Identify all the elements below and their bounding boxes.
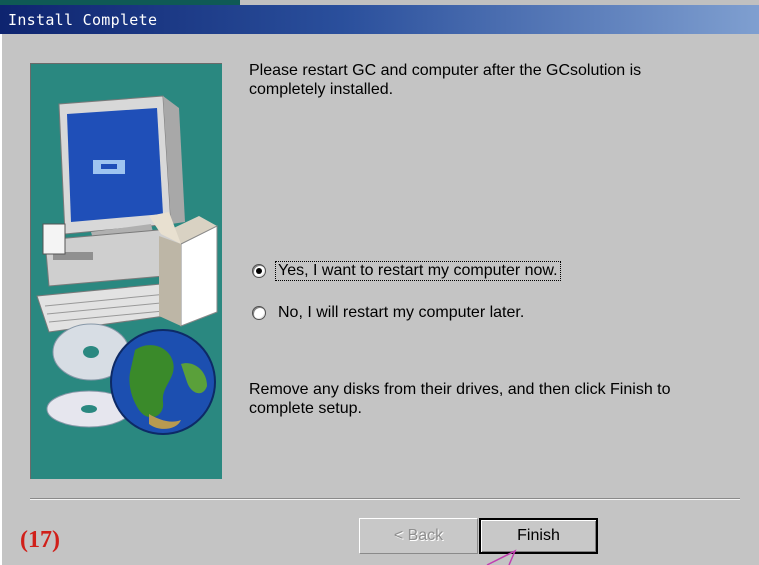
restart-now-option[interactable]: Yes, I want to restart my computer now. [252, 260, 561, 282]
setup-illustration [30, 63, 222, 479]
keyboard-icon [36, 283, 180, 333]
restart-later-radio[interactable] [252, 306, 266, 320]
device-icon [42, 223, 66, 255]
restart-instructions: Please restart GC and computer after the… [249, 62, 642, 98]
step-number-annotation: (17) [20, 527, 60, 553]
software-box-icon [149, 212, 218, 327]
title-bar[interactable]: Install Complete [0, 5, 759, 34]
radio-selected-dot [256, 268, 262, 274]
window-title: Install Complete [8, 11, 158, 29]
back-button[interactable]: < Back [359, 518, 478, 554]
button-divider [30, 498, 740, 500]
globe-icon [110, 329, 216, 435]
restart-now-radio[interactable] [252, 264, 266, 278]
restart-later-label[interactable]: No, I will restart my computer later. [276, 304, 526, 322]
install-complete-dialog: Install Complete Please restart GC and c… [0, 5, 759, 565]
finish-instructions: Remove any disks from their drives, and … [249, 381, 671, 417]
restart-later-option[interactable]: No, I will restart my computer later. [252, 302, 526, 324]
restart-now-label[interactable]: Yes, I want to restart my computer now. [275, 261, 561, 281]
pointer-arrow-icon [486, 549, 517, 565]
dialog-edge [0, 34, 2, 565]
